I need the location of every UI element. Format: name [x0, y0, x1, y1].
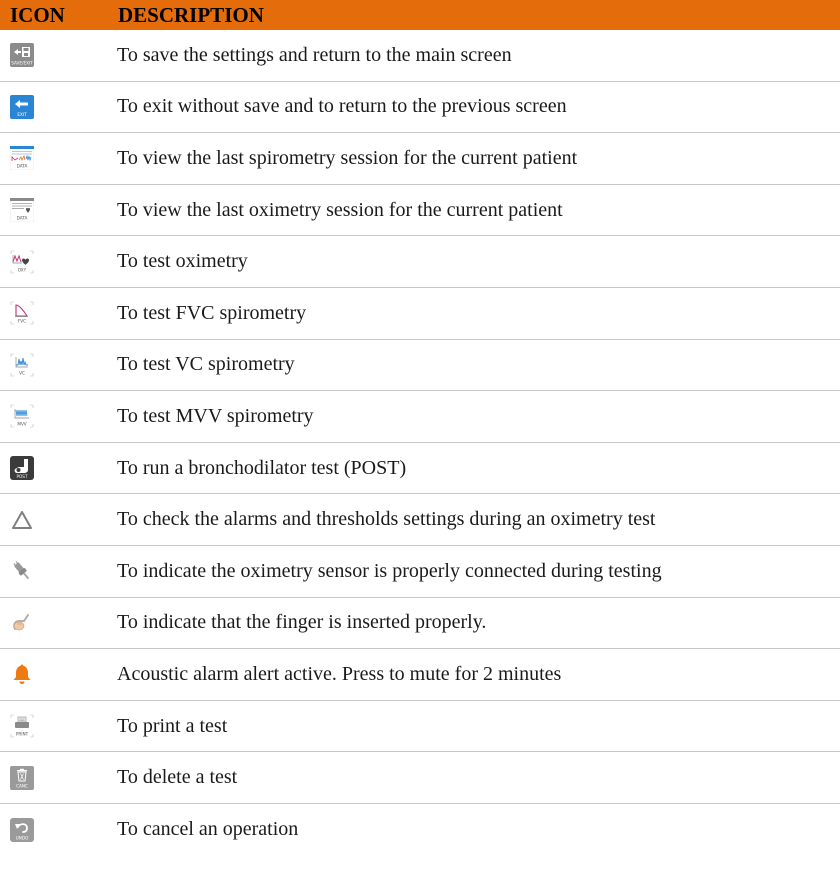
svg-text:FVC: FVC: [18, 319, 26, 324]
save-exit-icon: SAVE/EXIT: [10, 43, 34, 68]
table-header: ICON DESCRIPTION: [0, 0, 840, 30]
exit-icon: EXIT: [10, 94, 34, 119]
undo-icon: UNDO: [10, 817, 34, 842]
fvc-test-icon: FVC: [10, 301, 34, 325]
vc-test-icon: VC: [10, 353, 34, 377]
svg-text:POST: POST: [16, 474, 27, 479]
svg-text:PRINT: PRINT: [16, 732, 29, 737]
table-row: MVV To test MVV spirometry: [0, 391, 840, 443]
row-description: To test oximetry: [117, 250, 248, 273]
row-description: Acoustic alarm alert active. Press to mu…: [117, 662, 562, 685]
post-test-icon: POST: [10, 456, 34, 481]
icon-table: ICON DESCRIPTION SAVE/EXIT To save the s…: [0, 0, 840, 842]
oximetry-data-icon: DATA: [10, 198, 34, 223]
svg-text:CANC: CANC: [16, 783, 28, 788]
svg-text:UNDO: UNDO: [16, 835, 29, 840]
table-row: UNDO To cancel an operation: [0, 804, 840, 856]
svg-text:SAVE/EXIT: SAVE/EXIT: [11, 61, 33, 66]
sensor-connected-icon: [13, 561, 30, 580]
row-description: To indicate that the finger is inserted …: [117, 611, 487, 634]
table-row: PRINT To print a test: [0, 701, 840, 753]
table-row: CANC To delete a test: [0, 752, 840, 804]
row-description: To view the last oximetry session for th…: [117, 198, 563, 221]
bell-alarm-icon: [13, 664, 31, 685]
svg-text:MVV: MVV: [17, 422, 26, 427]
row-description: To print a test: [117, 714, 228, 737]
row-description: To indicate the oximetry sensor is prope…: [117, 559, 662, 582]
delete-icon: CANC: [10, 765, 34, 790]
spirometry-data-icon: DATA: [10, 146, 34, 171]
table-body: SAVE/EXIT To save the settings and retur…: [0, 30, 840, 856]
svg-text:EXIT: EXIT: [17, 112, 27, 117]
table-row: To check the alarms and thresholds setti…: [0, 494, 840, 546]
row-description: To save the settings and return to the m…: [117, 43, 512, 66]
table-row: OXY To test oximetry: [0, 236, 840, 288]
table-row: Acoustic alarm alert active. Press to mu…: [0, 649, 840, 701]
row-description: To check the alarms and thresholds setti…: [117, 508, 656, 531]
table-row: EXIT To exit without save and to return …: [0, 82, 840, 134]
row-description: To run a bronchodilator test (POST): [117, 456, 407, 479]
row-description: To test FVC spirometry: [117, 301, 307, 324]
svg-text:VC: VC: [19, 370, 25, 375]
row-description: To test MVV spirometry: [117, 404, 314, 427]
table-row: DATA To view the last oximetry session f…: [0, 185, 840, 237]
mvv-test-icon: MVV: [10, 405, 34, 428]
oxy-test-icon: OXY: [10, 250, 34, 273]
table-row: FVC To test FVC spirometry: [0, 288, 840, 340]
row-description: To view the last spirometry session for …: [117, 146, 578, 169]
table-row: DATA To view the last spirometry session…: [0, 133, 840, 185]
table-row: VC To test VC spirometry: [0, 340, 840, 392]
row-description: To exit without save and to return to th…: [117, 95, 567, 118]
svg-text:DATA: DATA: [17, 216, 28, 221]
icon-column-header: ICON: [10, 2, 65, 27]
row-description: To cancel an operation: [117, 818, 299, 841]
description-column-header: DESCRIPTION: [118, 2, 264, 27]
row-description: To test VC spirometry: [117, 353, 295, 376]
row-description: To delete a test: [117, 766, 238, 789]
svg-text:DATA: DATA: [17, 164, 28, 169]
svg-text:OXY: OXY: [18, 267, 27, 272]
table-row: To indicate that the finger is inserted …: [0, 598, 840, 650]
table-row: To indicate the oximetry sensor is prope…: [0, 546, 840, 598]
finger-inserted-icon: [13, 613, 29, 631]
table-row: POST To run a bronchodilator test (POST): [0, 443, 840, 495]
alarm-triangle-icon: [12, 510, 32, 529]
print-icon: PRINT: [10, 714, 34, 738]
table-row: SAVE/EXIT To save the settings and retur…: [0, 30, 840, 82]
